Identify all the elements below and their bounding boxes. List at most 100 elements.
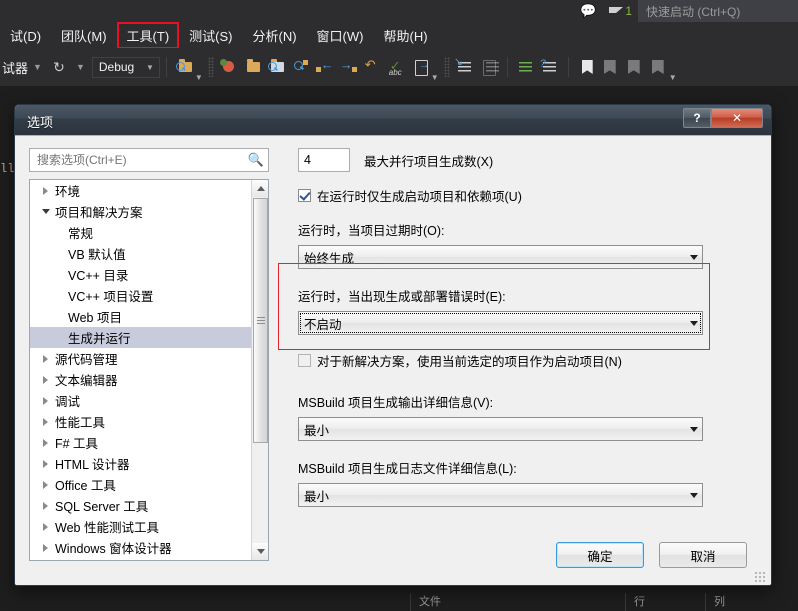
comment-selection-icon[interactable]: ↘ <box>454 55 476 79</box>
tree-scrollbar[interactable] <box>251 180 268 560</box>
find-dropdown-icon[interactable]: ▼ <box>195 73 203 82</box>
spellcheck-icon[interactable]: ✓ abc <box>386 55 408 79</box>
decrease-indent-icon[interactable]: ? <box>539 55 561 79</box>
new-solution-startup-checkbox[interactable] <box>298 354 311 367</box>
go-to-definition-icon[interactable]: → <box>410 55 432 79</box>
status-cell-file: 文件 <box>410 593 441 611</box>
search-folder-icon[interactable] <box>266 55 288 79</box>
menu-item-help[interactable]: 帮助(H) <box>373 22 437 49</box>
toolbar-grip[interactable] <box>207 57 214 77</box>
tree-item-source-control[interactable]: 源代码管理 <box>30 348 251 369</box>
menu-bar: 试(D) 团队(M) 工具(T) 测试(S) 分析(N) 窗口(W) 帮助(H) <box>0 21 798 49</box>
menu-item-debug[interactable]: 试(D) <box>0 22 51 49</box>
tree-item-environment[interactable]: 环境 <box>30 180 251 201</box>
bookmarks-dropdown-icon[interactable]: ▼ <box>669 73 677 82</box>
tree-item-debugging[interactable]: 调试 <box>30 390 251 411</box>
scroll-up-icon[interactable] <box>252 180 268 197</box>
debug-bug-icon[interactable] <box>218 55 240 79</box>
toolbar-grip-2[interactable] <box>443 57 450 77</box>
notifications-button[interactable]: 1 <box>603 0 638 22</box>
tree-item-label: Office 工具 <box>55 479 116 493</box>
on-run-outdated-combo[interactable]: 始终生成 <box>298 245 703 269</box>
chevron-down-icon <box>685 254 702 260</box>
chevron-down-icon[interactable] <box>38 209 53 214</box>
restart-dropdown-icon[interactable]: ▼ <box>71 62 90 72</box>
tree-item-projects-and-solutions[interactable]: 项目和解决方案 <box>30 201 251 222</box>
increase-indent-icon[interactable] <box>515 55 537 79</box>
max-parallel-builds-label: 最大并行项目生成数(X) <box>364 154 494 169</box>
ok-button[interactable]: 确定 <box>556 542 644 568</box>
quick-find-icon[interactable] <box>290 55 312 79</box>
dialog-body: 🔍 环境 项目和解决方案 常规 VB 默认值 <box>15 136 771 585</box>
tree-item-web-projects[interactable]: Web 项目 <box>30 306 251 327</box>
chevron-right-icon[interactable] <box>38 522 53 531</box>
notification-flag-icon <box>609 7 624 13</box>
dialog-title-bar[interactable]: 选项 ? ✕ <box>15 105 771 136</box>
tree-item-office-tools[interactable]: Office 工具 <box>30 474 251 495</box>
find-in-folder-icon[interactable] <box>174 55 196 79</box>
menu-item-window[interactable]: 窗口(W) <box>307 22 374 49</box>
step-forward-icon[interactable]: → <box>338 55 360 79</box>
tree-item-fsharp-tools[interactable]: F# 工具 <box>30 432 251 453</box>
help-button[interactable]: ? <box>683 108 711 128</box>
msbuild-log-combo[interactable]: 最小 <box>298 483 703 507</box>
feedback-icon[interactable]: 💬 <box>573 0 603 22</box>
menu-item-test[interactable]: 测试(S) <box>179 22 242 49</box>
chevron-right-icon[interactable] <box>38 480 53 489</box>
on-run-error-label: 运行时，当出现生成或部署错误时(E): <box>298 290 506 304</box>
tree-item-html-designer[interactable]: HTML 设计器 <box>30 453 251 474</box>
build-config-combo[interactable]: Debug ▼ <box>91 56 160 78</box>
clear-bookmarks-icon[interactable] <box>648 55 670 79</box>
tree-item-text-editor[interactable]: 文本编辑器 <box>30 369 251 390</box>
chevron-right-icon[interactable] <box>38 186 53 195</box>
menu-item-team[interactable]: 团队(M) <box>51 22 117 49</box>
msbuild-output-label: MSBuild 项目生成输出详细信息(V): <box>298 396 494 410</box>
tree-item-sql-server-tools[interactable]: SQL Server 工具 <box>30 495 251 516</box>
tree-item-vcpp-directories[interactable]: VC++ 目录 <box>30 264 251 285</box>
close-button[interactable]: ✕ <box>711 108 763 128</box>
chevron-right-icon[interactable] <box>38 459 53 468</box>
uncomment-selection-icon[interactable] <box>478 55 500 79</box>
chevron-right-icon[interactable] <box>38 417 53 426</box>
chevron-right-icon[interactable] <box>38 375 53 384</box>
msbuild-output-combo[interactable]: 最小 <box>298 417 703 441</box>
tree-item-label: 项目和解决方案 <box>55 206 143 220</box>
scrollbar-thumb[interactable] <box>253 198 268 443</box>
only-build-startup-checkbox[interactable] <box>298 189 311 202</box>
tree-item-vb-defaults[interactable]: VB 默认值 <box>30 243 251 264</box>
tree-item-vcpp-project-settings[interactable]: VC++ 项目设置 <box>30 285 251 306</box>
on-run-error-combo[interactable]: 不启动 <box>298 311 703 335</box>
menu-item-analyze[interactable]: 分析(N) <box>243 22 307 49</box>
tree-item-build-and-run[interactable]: 生成并运行 <box>30 327 251 348</box>
nav-dropdown-icon[interactable]: ▼ <box>431 73 439 82</box>
step-back-icon[interactable]: ← <box>314 55 336 79</box>
bookmark-icon[interactable] <box>576 55 598 79</box>
resize-grip-icon[interactable] <box>754 571 766 583</box>
chevron-right-icon[interactable] <box>38 396 53 405</box>
menu-item-tools[interactable]: 工具(T) <box>116 21 180 49</box>
tree-item-general[interactable]: 常规 <box>30 222 251 243</box>
next-bookmark-icon[interactable] <box>624 55 646 79</box>
undo-nav-icon[interactable]: ↶ <box>362 55 384 79</box>
search-options-box[interactable]: 🔍 <box>29 148 269 172</box>
new-solution-startup-checkbox-row[interactable]: 对于新解决方案，使用当前选定的项目作为启动项目(N) <box>298 351 710 370</box>
chevron-right-icon[interactable] <box>38 501 53 510</box>
options-tree[interactable]: 环境 项目和解决方案 常规 VB 默认值 VC++ 目录 VC++ 项目设置 W… <box>29 179 269 561</box>
restart-icon[interactable]: ↻ <box>48 55 70 79</box>
max-parallel-builds-input[interactable]: 4 <box>298 148 350 172</box>
previous-bookmark-icon[interactable] <box>600 55 622 79</box>
tree-item-label: 环境 <box>55 185 81 199</box>
toolbar-separator-2 <box>506 57 508 77</box>
cancel-button[interactable]: 取消 <box>659 542 747 568</box>
tree-item-label: VC++ 项目设置 <box>68 290 154 304</box>
vs-title-bar: 💬 1 快速启动 (Ctrl+Q) <box>0 0 798 22</box>
quick-launch-input[interactable]: 快速启动 (Ctrl+Q) <box>638 0 798 22</box>
chevron-right-icon[interactable] <box>38 354 53 363</box>
only-build-startup-checkbox-row[interactable]: 在运行时仅生成启动项目和依赖项(U) <box>298 186 710 205</box>
tree-item-label: 生成并运行 <box>68 332 131 346</box>
debugger-dropdown-icon[interactable]: ▼ <box>28 62 47 72</box>
search-input[interactable] <box>30 152 244 168</box>
tree-item-performance-tools[interactable]: 性能工具 <box>30 411 251 432</box>
chevron-right-icon[interactable] <box>38 438 53 447</box>
open-folder-icon[interactable] <box>242 55 264 79</box>
